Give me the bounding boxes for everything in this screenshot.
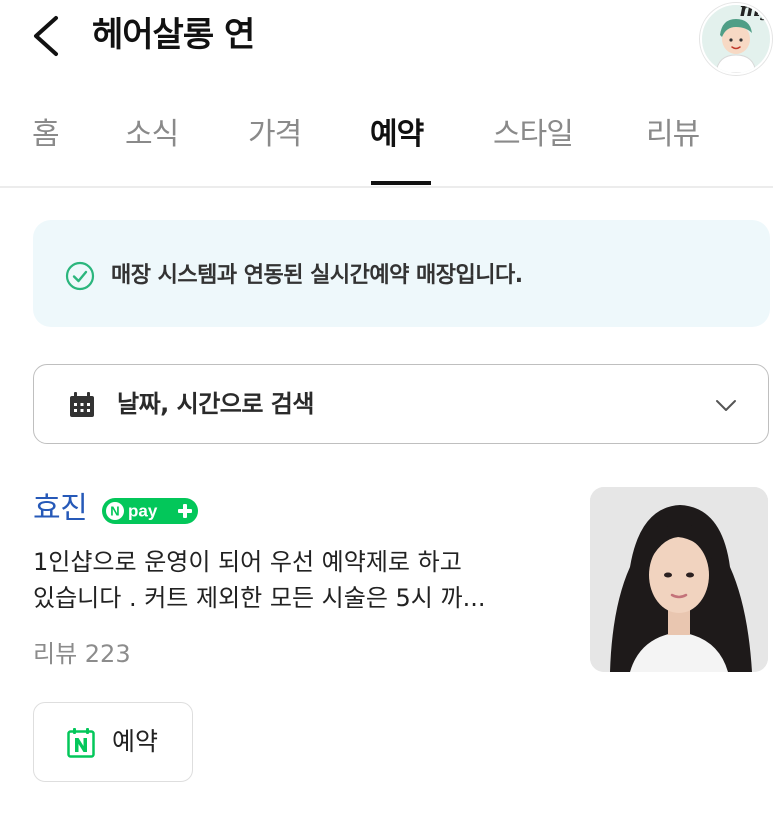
svg-text:N: N — [110, 504, 119, 519]
svg-text:pay: pay — [128, 502, 158, 521]
tab-review[interactable]: 리뷰 — [646, 110, 700, 160]
search-label: 날짜, 시간으로 검색 — [117, 390, 314, 418]
check-circle-icon — [65, 261, 95, 291]
date-time-search[interactable]: 날짜, 시간으로 검색 — [33, 364, 769, 444]
header: 헤어살롱 연 my — [0, 0, 773, 80]
tab-style[interactable]: 스타일 — [493, 110, 574, 160]
tab-reservation[interactable]: 예약 — [370, 110, 424, 160]
designer-description: 1인샵으로 운영이 되어 우선 예약제로 하고 있습니다 . 커트 제외한 모든… — [33, 544, 573, 616]
description-line-1: 1인샵으로 운영이 되어 우선 예약제로 하고 — [33, 548, 462, 576]
my-profile-avatar[interactable]: my — [700, 3, 772, 75]
tab-bar: 홈 소식 가격 예약 스타일 리뷰 — [0, 100, 773, 188]
description-line-2: 있습니다 . 커트 제외한 모든 시술은 5시 까... — [33, 584, 486, 612]
back-button[interactable] — [26, 10, 72, 62]
tab-home[interactable]: 홈 — [32, 110, 60, 160]
naver-n-icon — [67, 728, 95, 758]
page-title: 헤어살롱 연 — [92, 15, 255, 55]
tab-news[interactable]: 소식 — [125, 110, 179, 160]
npay-plus-badge: N pay — [102, 498, 198, 524]
chevron-down-icon — [716, 400, 736, 411]
notice-text: 매장 시스템과 연동된 실시간예약 매장입니다. — [111, 263, 523, 288]
chevron-left-icon — [34, 16, 58, 56]
realtime-reservation-notice: 매장 시스템과 연동된 실시간예약 매장입니다. — [33, 220, 770, 327]
my-label: my — [739, 3, 772, 21]
calendar-icon — [70, 392, 94, 417]
tab-price[interactable]: 가격 — [248, 110, 302, 160]
reserve-button[interactable]: 예약 — [33, 702, 193, 782]
review-count[interactable]: 리뷰 223 — [33, 636, 131, 672]
active-tab-indicator — [371, 181, 431, 185]
designer-photo[interactable] — [590, 487, 768, 672]
reserve-button-label: 예약 — [112, 727, 159, 756]
designer-name[interactable]: 효진 — [33, 487, 88, 531]
designer-portrait — [590, 487, 768, 672]
